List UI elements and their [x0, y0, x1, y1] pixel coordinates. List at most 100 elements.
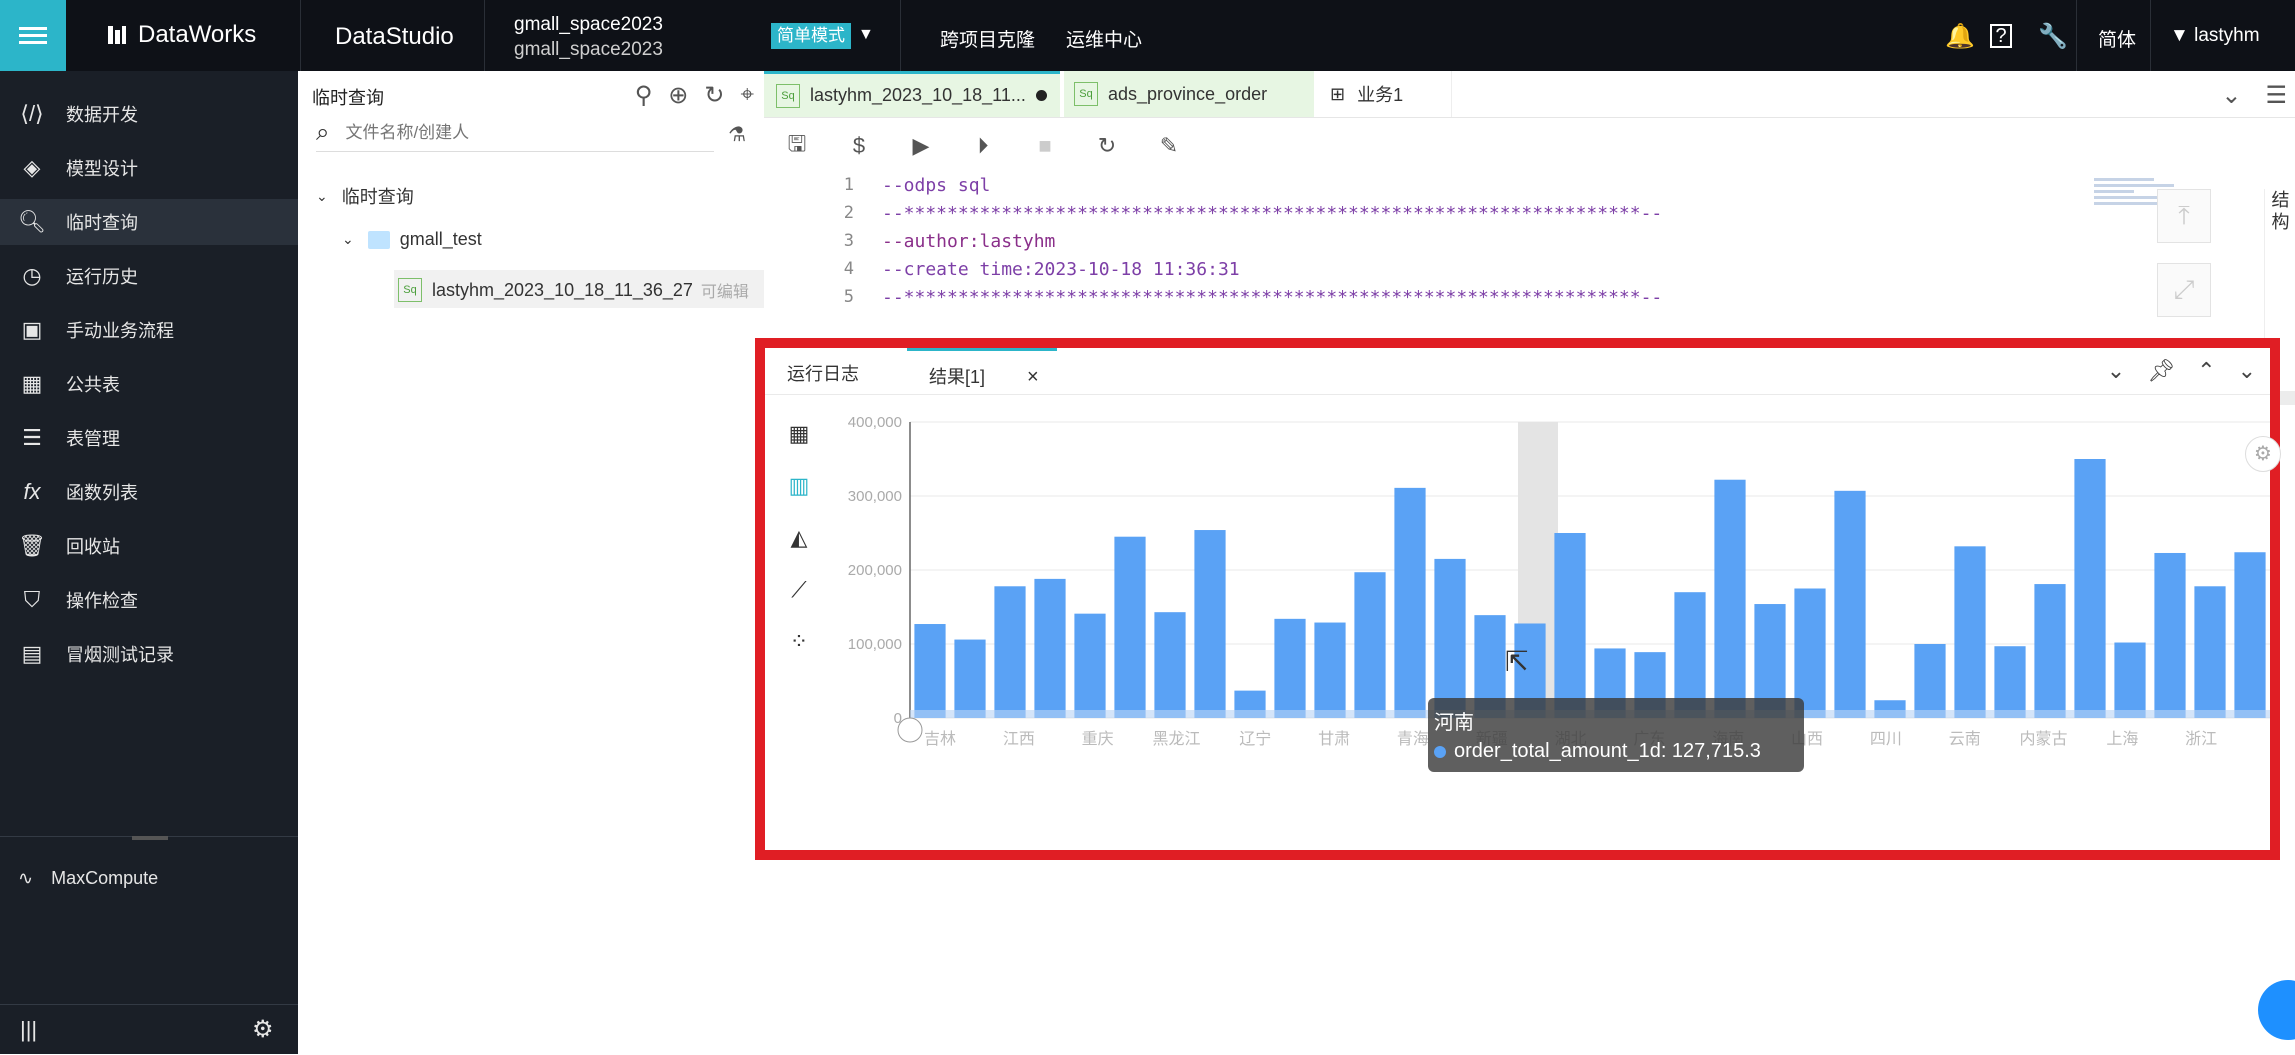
pin-icon[interactable]: 📌︎	[2147, 358, 2175, 384]
brand-logo[interactable]: DataWorks	[106, 21, 256, 49]
bar[interactable]	[994, 586, 1026, 718]
bar[interactable]	[2034, 584, 2066, 718]
sidebar-item-smoke-test[interactable]: ▤ 冒烟测试记录	[0, 631, 298, 677]
run-with-params-icon[interactable]: ⏵	[968, 131, 998, 161]
bar[interactable]	[1114, 536, 1146, 718]
save-icon[interactable]: 🖫	[782, 131, 812, 161]
bell-icon[interactable]: 🔔	[1945, 22, 1975, 51]
sidebar-item-table-mgmt[interactable]: ☰ 表管理	[0, 415, 298, 461]
mode-badge[interactable]: 简单模式	[771, 23, 851, 49]
chevron-down-icon[interactable]: ▼	[858, 26, 874, 44]
maximize-icon[interactable]: ⌃	[2197, 358, 2215, 384]
gear-icon[interactable]: ⚙	[252, 1015, 274, 1044]
reload-icon[interactable]: ↻	[1092, 131, 1122, 161]
chevron-circle-down-icon[interactable]: ⌄	[2221, 81, 2241, 110]
user-filter-icon[interactable]: ⚲	[635, 81, 653, 110]
sidebar-item-public-tables[interactable]: ▦ 公共表	[0, 361, 298, 407]
bar[interactable]	[1434, 558, 1466, 718]
scroll-top-icon[interactable]: ⤒	[2157, 189, 2211, 243]
user-menu[interactable]: ▼ lastyhm	[2170, 25, 2260, 47]
tab-result-1[interactable]: 结果[1] ×	[907, 348, 1057, 394]
sidebar-item-check[interactable]: ⛉ 操作检查	[0, 577, 298, 623]
tab-lastyhm[interactable]: Sq lastyhm_2023_10_18_11...	[764, 71, 1060, 117]
collapse-icon[interactable]: |||	[20, 1017, 37, 1043]
help-icon[interactable]: ?	[1990, 24, 2012, 48]
sidebar-item-model[interactable]: ◈ 模型设计	[0, 145, 298, 191]
bar[interactable]	[2154, 552, 2186, 718]
bar[interactable]	[2074, 459, 2106, 718]
bar[interactable]	[1354, 572, 1386, 718]
x-tick-label: 吉林	[924, 729, 956, 748]
stop-icon[interactable]: ■	[1030, 131, 1060, 161]
tab-flow[interactable]: ⊞ 业务1	[1318, 71, 1452, 117]
wrench-icon[interactable]: 🔧	[2038, 22, 2068, 51]
bar[interactable]	[2234, 552, 2266, 718]
gear-icon[interactable]: ⚙	[2245, 436, 2281, 472]
x-tick-label: 上海	[2106, 729, 2138, 748]
tree-file-selected[interactable]: Sq lastyhm_2023_10_18_11_36_27 可编辑	[394, 270, 764, 308]
bar[interactable]	[1914, 644, 1946, 718]
new-file-icon[interactable]: ⊕	[668, 81, 688, 110]
area-chart-icon[interactable]: ◭	[779, 512, 819, 564]
bar[interactable]	[1154, 612, 1186, 718]
hamburger-icon[interactable]	[0, 0, 66, 71]
sidebar-item-adhoc-query[interactable]: 🔍︎ 临时查询	[0, 199, 298, 245]
format-icon[interactable]: ✎	[1154, 131, 1184, 161]
chevron-down-icon[interactable]: ⌄	[342, 231, 354, 248]
resize-handle[interactable]	[132, 836, 168, 840]
bar[interactable]	[1554, 533, 1586, 718]
line-chart-icon[interactable]: ⟋	[779, 564, 819, 616]
bar[interactable]	[1274, 618, 1306, 718]
bar[interactable]	[914, 624, 946, 718]
nav-clone[interactable]: 跨项目克隆	[940, 25, 1035, 52]
studio-title[interactable]: DataStudio	[335, 23, 454, 51]
cost-icon[interactable]: $	[844, 131, 874, 161]
bar[interactable]	[1074, 613, 1106, 718]
bar[interactable]	[1394, 487, 1426, 718]
bar[interactable]	[954, 639, 986, 718]
bar[interactable]	[2194, 586, 2226, 718]
scatter-chart-icon[interactable]: ⁘	[779, 616, 819, 668]
menu-icon[interactable]: ☰	[2265, 81, 2287, 110]
table-view-icon[interactable]: ▦	[779, 408, 819, 460]
fullscreen-icon[interactable]: ⤢	[2157, 263, 2211, 317]
bar[interactable]	[1954, 546, 1986, 718]
bar[interactable]	[1994, 646, 2026, 718]
filter-icon[interactable]: ⚗	[728, 122, 746, 147]
nav-ops[interactable]: 运维中心	[1066, 25, 1142, 52]
sidebar-item-manual-flow[interactable]: ▣ 手动业务流程	[0, 307, 298, 353]
workspace-selector[interactable]: gmall_space2023 gmall_space2023	[514, 12, 663, 62]
tab-ads-province-order[interactable]: Sq ads_province_order	[1064, 71, 1314, 117]
refresh-icon[interactable]: ↻	[704, 81, 724, 110]
language-switch[interactable]: 简体	[2098, 25, 2136, 52]
chevron-circle-down-icon[interactable]: ⌄	[2107, 358, 2125, 384]
tooltip-value: order_total_amount_1d: 127,715.3	[1434, 740, 1761, 763]
locate-icon[interactable]: ⌖	[740, 81, 754, 110]
bar[interactable]	[1834, 490, 1866, 718]
tab-run-log[interactable]: 运行日志	[787, 360, 859, 386]
search-input[interactable]	[343, 122, 668, 144]
bar[interactable]	[1034, 578, 1066, 718]
sidebar-item-functions[interactable]: fx 函数列表	[0, 469, 298, 515]
tree-folder-label: gmall_test	[399, 229, 482, 249]
bar[interactable]	[1714, 479, 1746, 718]
bar[interactable]	[1194, 530, 1226, 718]
sidebar-item-label: 手动业务流程	[66, 321, 174, 341]
bar[interactable]	[1314, 622, 1346, 718]
bar-chart-icon[interactable]: ▥	[779, 460, 819, 512]
bar-chart[interactable]: 400,000300,000200,000100,0000吉林 江西 重庆 黑龙江 辽宁…	[825, 396, 2270, 850]
sidebar-item-data-dev[interactable]: ⟨/⟩ 数据开发	[0, 91, 298, 137]
maxcompute-link[interactable]: ∿ MaxCompute	[18, 868, 158, 889]
minimize-icon[interactable]: ⌄	[2238, 358, 2256, 384]
sidebar-item-history[interactable]: ◷ 运行历史	[0, 253, 298, 299]
tree-folder[interactable]: ⌄ gmall_test	[342, 229, 482, 250]
tree-root[interactable]: ⌄ 临时查询	[316, 183, 414, 209]
chevron-down-icon[interactable]: ⌄	[316, 188, 328, 205]
run-icon[interactable]: ▶	[906, 131, 936, 161]
sidebar-item-recycle[interactable]: 🗑︎ 回收站	[0, 523, 298, 569]
bar[interactable]	[2114, 642, 2146, 718]
close-icon[interactable]: ×	[1027, 366, 1039, 388]
chart-type-toolbar: ▦ ▥ ◭ ⟋ ⁘	[779, 408, 819, 668]
datazoom-handle[interactable]	[897, 717, 923, 743]
fx-icon: fx	[23, 479, 41, 504]
